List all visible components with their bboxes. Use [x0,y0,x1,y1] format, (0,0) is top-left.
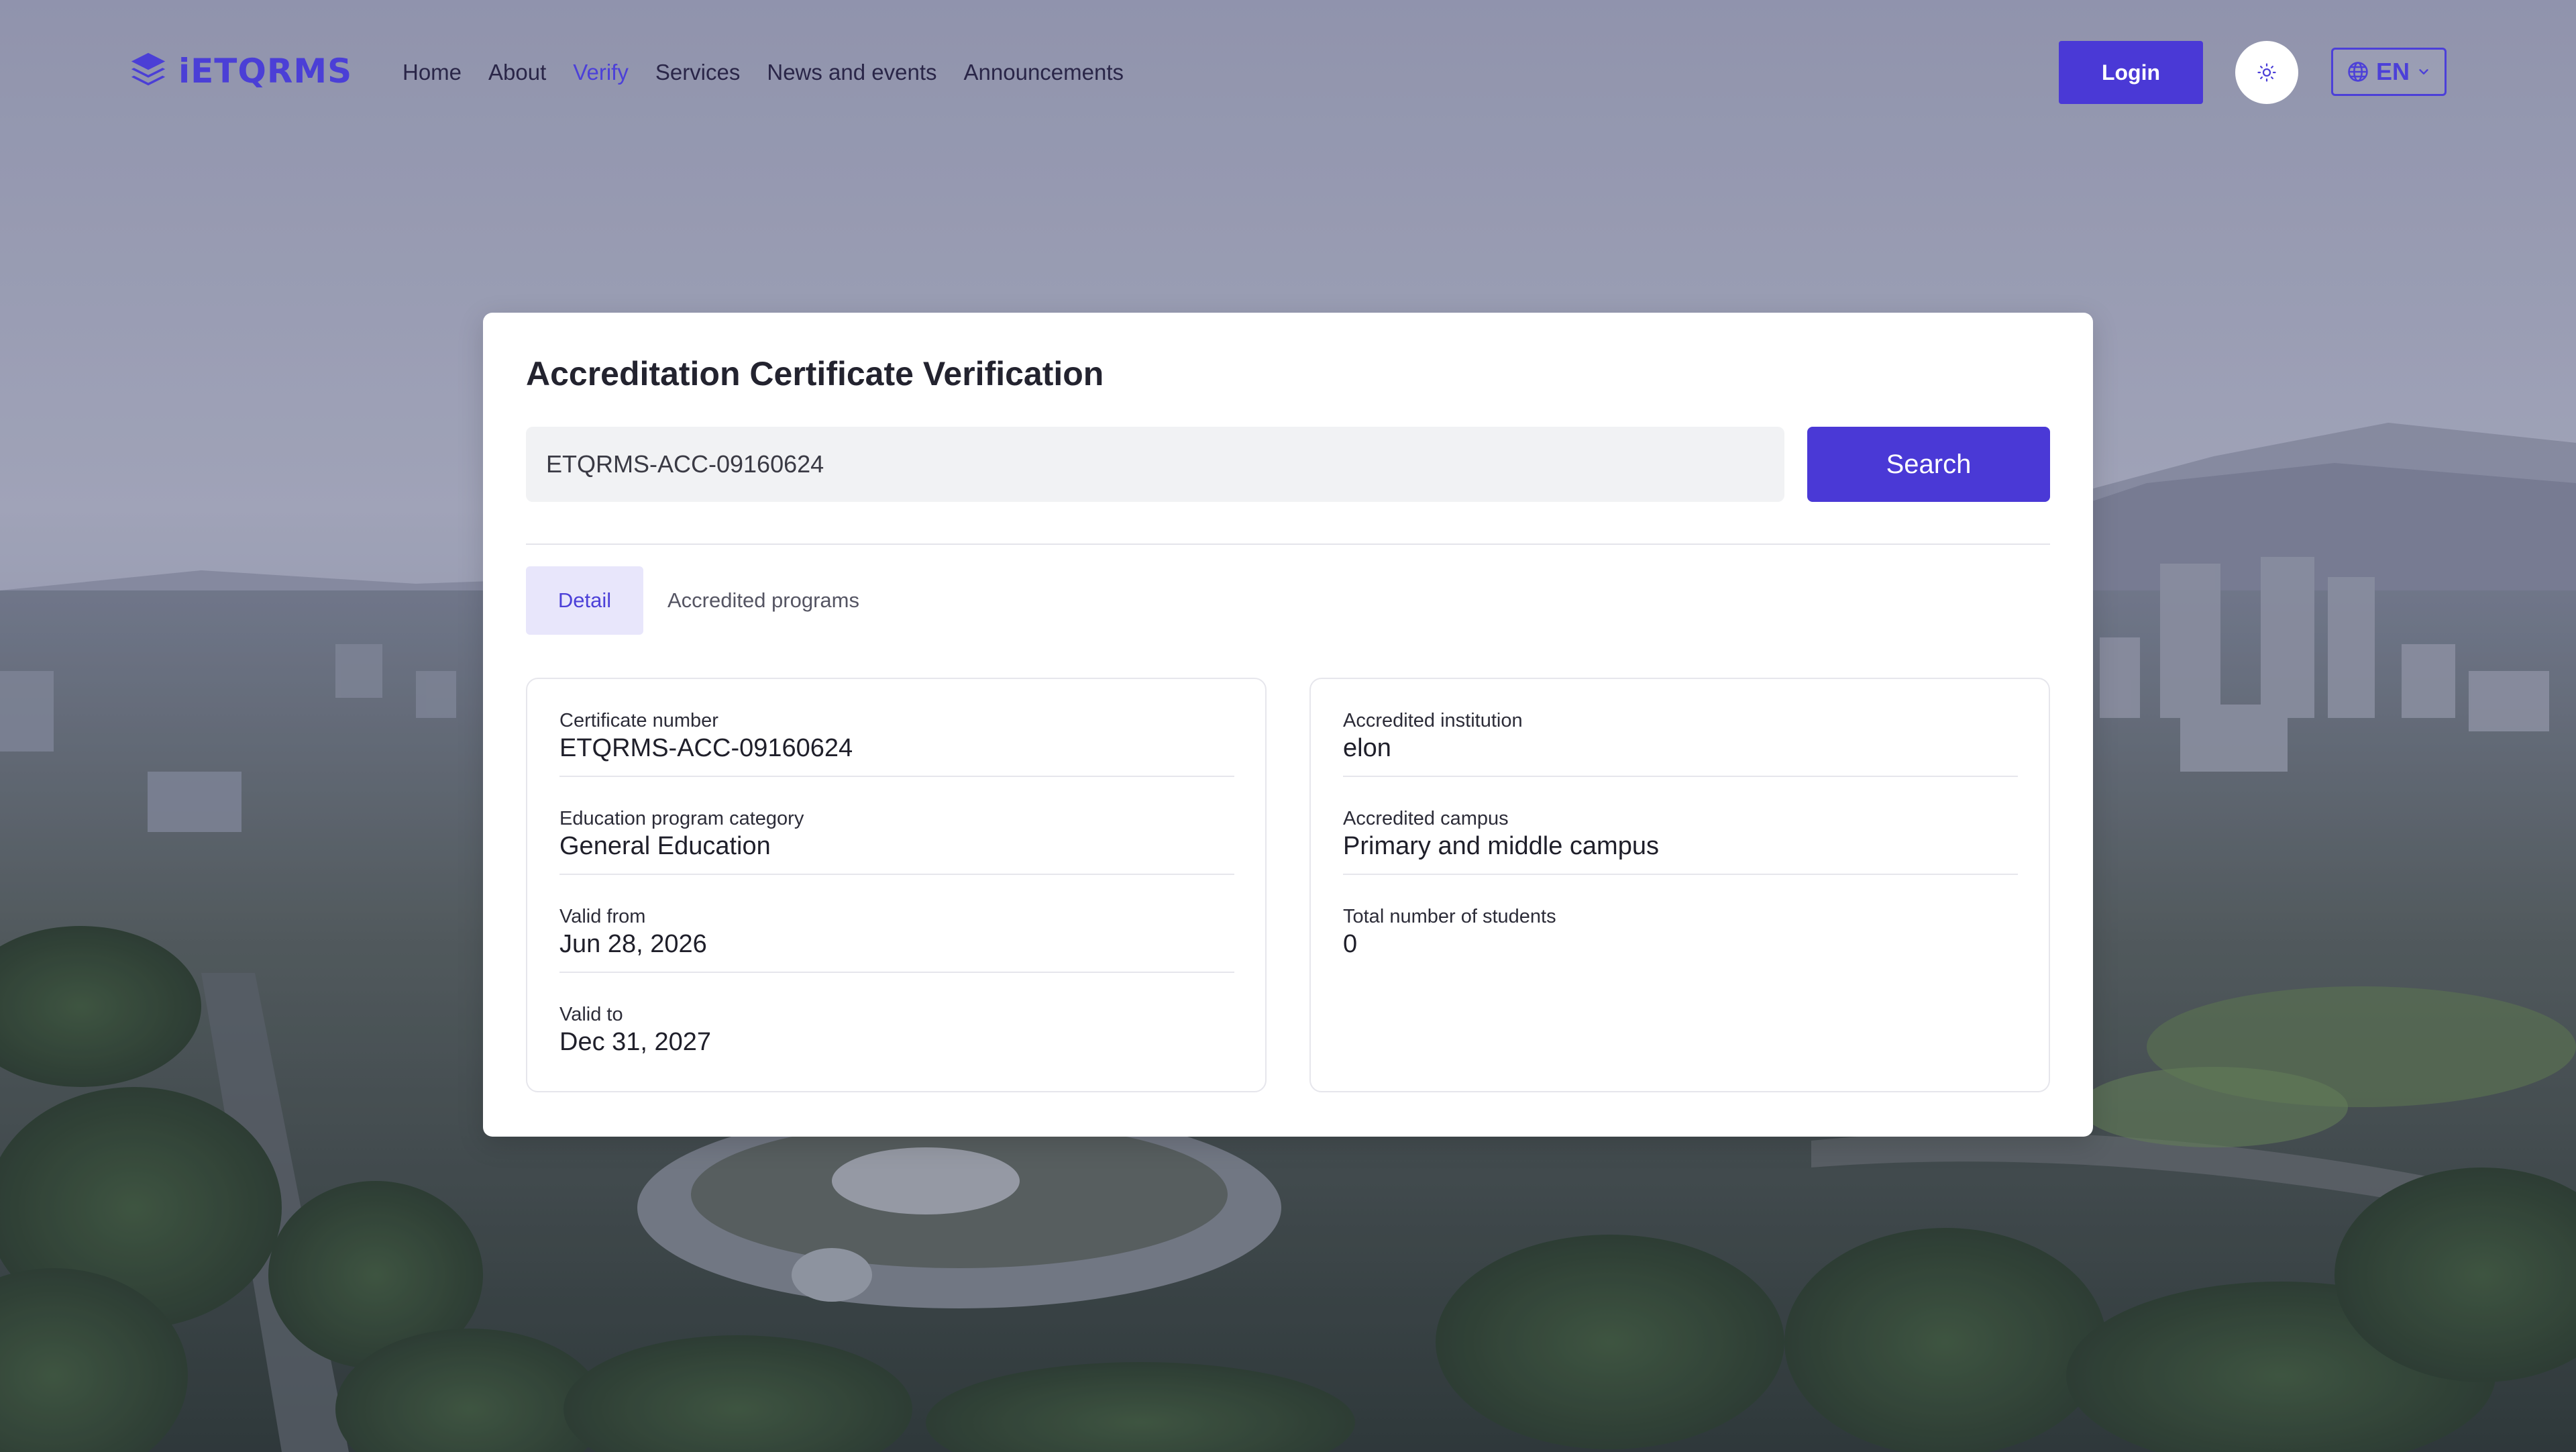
valid-to-field: Valid to Dec 31, 2027 [559,973,1234,1071]
field-label: Certificate number [559,710,718,731]
total-students-field: Total number of students 0 [1343,875,2018,973]
search-button[interactable]: Search [1807,427,2050,502]
field-value: elon [1343,734,1391,762]
nav-verify[interactable]: Verify [573,60,629,85]
layers-logo-icon [131,52,166,86]
tab-detail[interactable]: Detail [526,566,643,635]
nav-services[interactable]: Services [655,60,741,85]
valid-from-field: Valid from Jun 28, 2026 [559,875,1234,973]
field-value: Dec 31, 2027 [559,1028,712,1056]
page-title: Accreditation Certificate Verification [526,355,1104,393]
language-label: EN [2375,58,2410,85]
certificate-details-panel: Certificate number ETQRMS-ACC-09160624 E… [526,678,1267,1092]
field-label: Accredited institution [1343,710,1523,731]
certificate-search-input[interactable] [526,427,1784,502]
field-label: Education program category [559,808,804,829]
field-label: Total number of students [1343,906,1556,927]
field-label: Accredited campus [1343,808,1509,829]
language-selector[interactable]: EN [2331,48,2447,96]
sun-icon [2257,63,2276,82]
nav-about[interactable]: About [488,60,546,85]
field-label: Valid to [559,1004,623,1025]
field-value: General Education [559,832,771,860]
field-label: Valid from [559,906,646,927]
main-nav: Home About Verify Services News and even… [402,54,1124,91]
field-value: Jun 28, 2026 [559,930,707,958]
logo-text: iETQRMS [178,52,353,91]
institution-details-panel: Accredited institution elon Accredited c… [1309,678,2050,1092]
login-button[interactable]: Login [2059,41,2203,104]
field-value: Primary and middle campus [1343,832,1659,860]
certificate-number-field: Certificate number ETQRMS-ACC-09160624 [559,679,1234,777]
chevron-down-icon [2419,69,2428,74]
section-divider [526,543,2050,545]
nav-home[interactable]: Home [402,60,462,85]
program-category-field: Education program category General Educa… [559,777,1234,875]
accredited-institution-field: Accredited institution elon [1343,679,2018,777]
verification-card: Accreditation Certificate Verification S… [483,313,2093,1137]
tab-accredited-programs[interactable]: Accredited programs [656,566,871,635]
theme-toggle-button[interactable] [2235,41,2298,104]
field-value: 0 [1343,930,1358,958]
accredited-campus-field: Accredited campus Primary and middle cam… [1343,777,2018,875]
globe-icon [2348,62,2368,82]
site-header: iETQRMS Home About Verify Services News … [0,0,2576,145]
field-value: ETQRMS-ACC-09160624 [559,734,853,762]
nav-news-and-events[interactable]: News and events [767,60,936,85]
nav-announcements[interactable]: Announcements [964,60,1124,85]
site-logo[interactable]: iETQRMS [127,47,352,95]
